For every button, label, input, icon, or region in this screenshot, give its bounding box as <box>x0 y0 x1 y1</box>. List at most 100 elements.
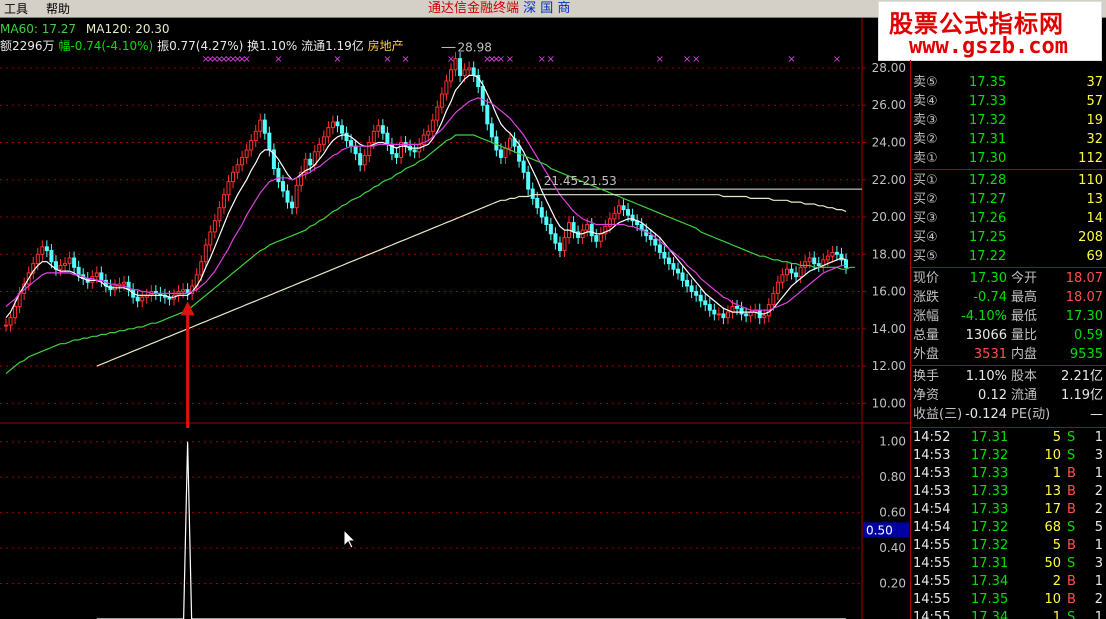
signal-marker-x: × <box>274 54 282 65</box>
candle <box>830 245 835 263</box>
candle-body <box>94 272 99 278</box>
candle <box>244 143 249 164</box>
stat-label: 最高 <box>1011 290 1038 305</box>
candle-body <box>685 279 690 287</box>
tick-side: B <box>1067 502 1076 517</box>
candle <box>748 305 753 323</box>
candle <box>821 253 826 272</box>
fundamental-label: PE(动) <box>1011 407 1051 422</box>
candle <box>562 231 567 258</box>
candle <box>380 119 385 140</box>
indicator-tick-label: 0.20 <box>879 577 906 591</box>
candle-body <box>40 246 45 255</box>
candle-body <box>330 121 335 129</box>
candle-body <box>807 257 812 263</box>
candle <box>221 188 226 215</box>
stat-value: 3531 <box>973 347 1007 362</box>
bid-label: 买③ <box>913 211 938 226</box>
bid-volume: 13 <box>1086 192 1103 207</box>
candle-body <box>471 67 476 76</box>
candle-body <box>762 315 767 319</box>
candle <box>694 285 699 302</box>
candle <box>253 124 258 148</box>
tick-time: 14:55 <box>913 592 951 607</box>
tick-time: 14:55 <box>913 574 951 589</box>
ask-row: 卖② 17.31 32 <box>911 130 1106 149</box>
tick-row: 14:55 17.31 50 S 3 <box>911 555 1106 573</box>
candle-body <box>503 147 508 158</box>
tick-side: S <box>1067 610 1076 619</box>
candle-body <box>58 264 63 270</box>
stat-row: 总量 13066 量比 0.59 <box>911 326 1106 345</box>
candle-body <box>548 223 553 235</box>
high-label: 28.98 <box>458 40 492 54</box>
candle-body <box>8 317 13 326</box>
bid-row: 买① 17.28 110 <box>911 171 1106 190</box>
menu-help[interactable]: 帮助 <box>46 2 70 16</box>
candle-body <box>775 281 780 294</box>
signal-marker-x: × <box>656 54 664 65</box>
ask-volume: 57 <box>1086 94 1103 109</box>
candle <box>344 126 349 148</box>
signal-arrow-head <box>180 301 195 316</box>
app-title-market: 深 国 商 <box>523 1 571 16</box>
signal-marker-x: × <box>383 54 391 65</box>
kline-chart[interactable]: 28.00 26.00 24.00 22.00 20.00 18.00 16.00 14.00… <box>0 18 910 619</box>
candle-body <box>240 156 245 166</box>
candle-body <box>648 235 653 240</box>
price-tick-label: 18.00 <box>872 247 906 261</box>
bid-row: 买⑤ 17.22 69 <box>911 247 1106 266</box>
candle-body <box>317 143 322 153</box>
candle-body <box>521 160 526 173</box>
tick-side: B <box>1067 592 1076 607</box>
ma120-line <box>96 194 847 367</box>
candle <box>471 61 476 82</box>
price-tick-label: 10.00 <box>872 396 906 410</box>
ask-price: 17.32 <box>969 113 1007 128</box>
candle <box>689 279 694 299</box>
ask-row: 卖① 17.30 112 <box>911 149 1106 168</box>
candle-body <box>4 324 8 327</box>
candle-body <box>621 205 626 211</box>
panel-separator <box>911 169 1106 170</box>
range-label: 21.45-21.53 <box>544 174 617 188</box>
candle <box>458 52 463 82</box>
stat-row: 涨跌 -0.74 最高 18.07 <box>911 288 1106 307</box>
indicator-tick-label: 0.40 <box>879 541 906 555</box>
tick-volume: 10 <box>1044 592 1061 607</box>
candle <box>612 206 617 226</box>
tick-row: 14:55 17.35 10 B 2 <box>911 591 1106 609</box>
candle-body <box>49 250 54 263</box>
candle-body <box>371 130 376 143</box>
indicator-signal-line <box>96 441 846 619</box>
tick-row: 14:54 17.33 17 B 2 <box>911 501 1106 519</box>
menu-tools[interactable]: 工具 <box>4 2 28 16</box>
tick-volume: 5 <box>1052 538 1061 553</box>
candle <box>621 199 626 217</box>
candle-body <box>444 80 449 95</box>
tick-time: 14:53 <box>913 484 951 499</box>
signal-marker-x: × <box>447 54 455 65</box>
candle <box>594 229 599 248</box>
tick-price: 17.33 <box>971 466 1009 481</box>
mouse-cursor-icon <box>343 528 357 549</box>
panel-separator <box>911 267 1106 268</box>
stat-value: 0.59 <box>1074 328 1103 343</box>
candle <box>235 158 240 179</box>
candle <box>4 318 8 332</box>
tick-price: 17.35 <box>971 592 1009 607</box>
candle <box>276 162 281 189</box>
fundamental-row: 收益(三) -0.124 PE(动) — <box>911 405 1106 424</box>
candle <box>72 251 77 274</box>
tick-price: 17.31 <box>971 556 1009 571</box>
tick-count: 1 <box>1094 466 1103 481</box>
candle-body <box>485 104 490 125</box>
stat-label: 内盘 <box>1011 347 1038 362</box>
candle <box>394 147 399 164</box>
candle <box>330 115 335 135</box>
candle <box>44 240 49 258</box>
tick-volume: 13 <box>1044 484 1061 499</box>
candle <box>476 68 481 94</box>
bid-row: 买④ 17.25 208 <box>911 228 1106 247</box>
tick-row: 14:55 17.34 2 B 1 <box>911 573 1106 591</box>
